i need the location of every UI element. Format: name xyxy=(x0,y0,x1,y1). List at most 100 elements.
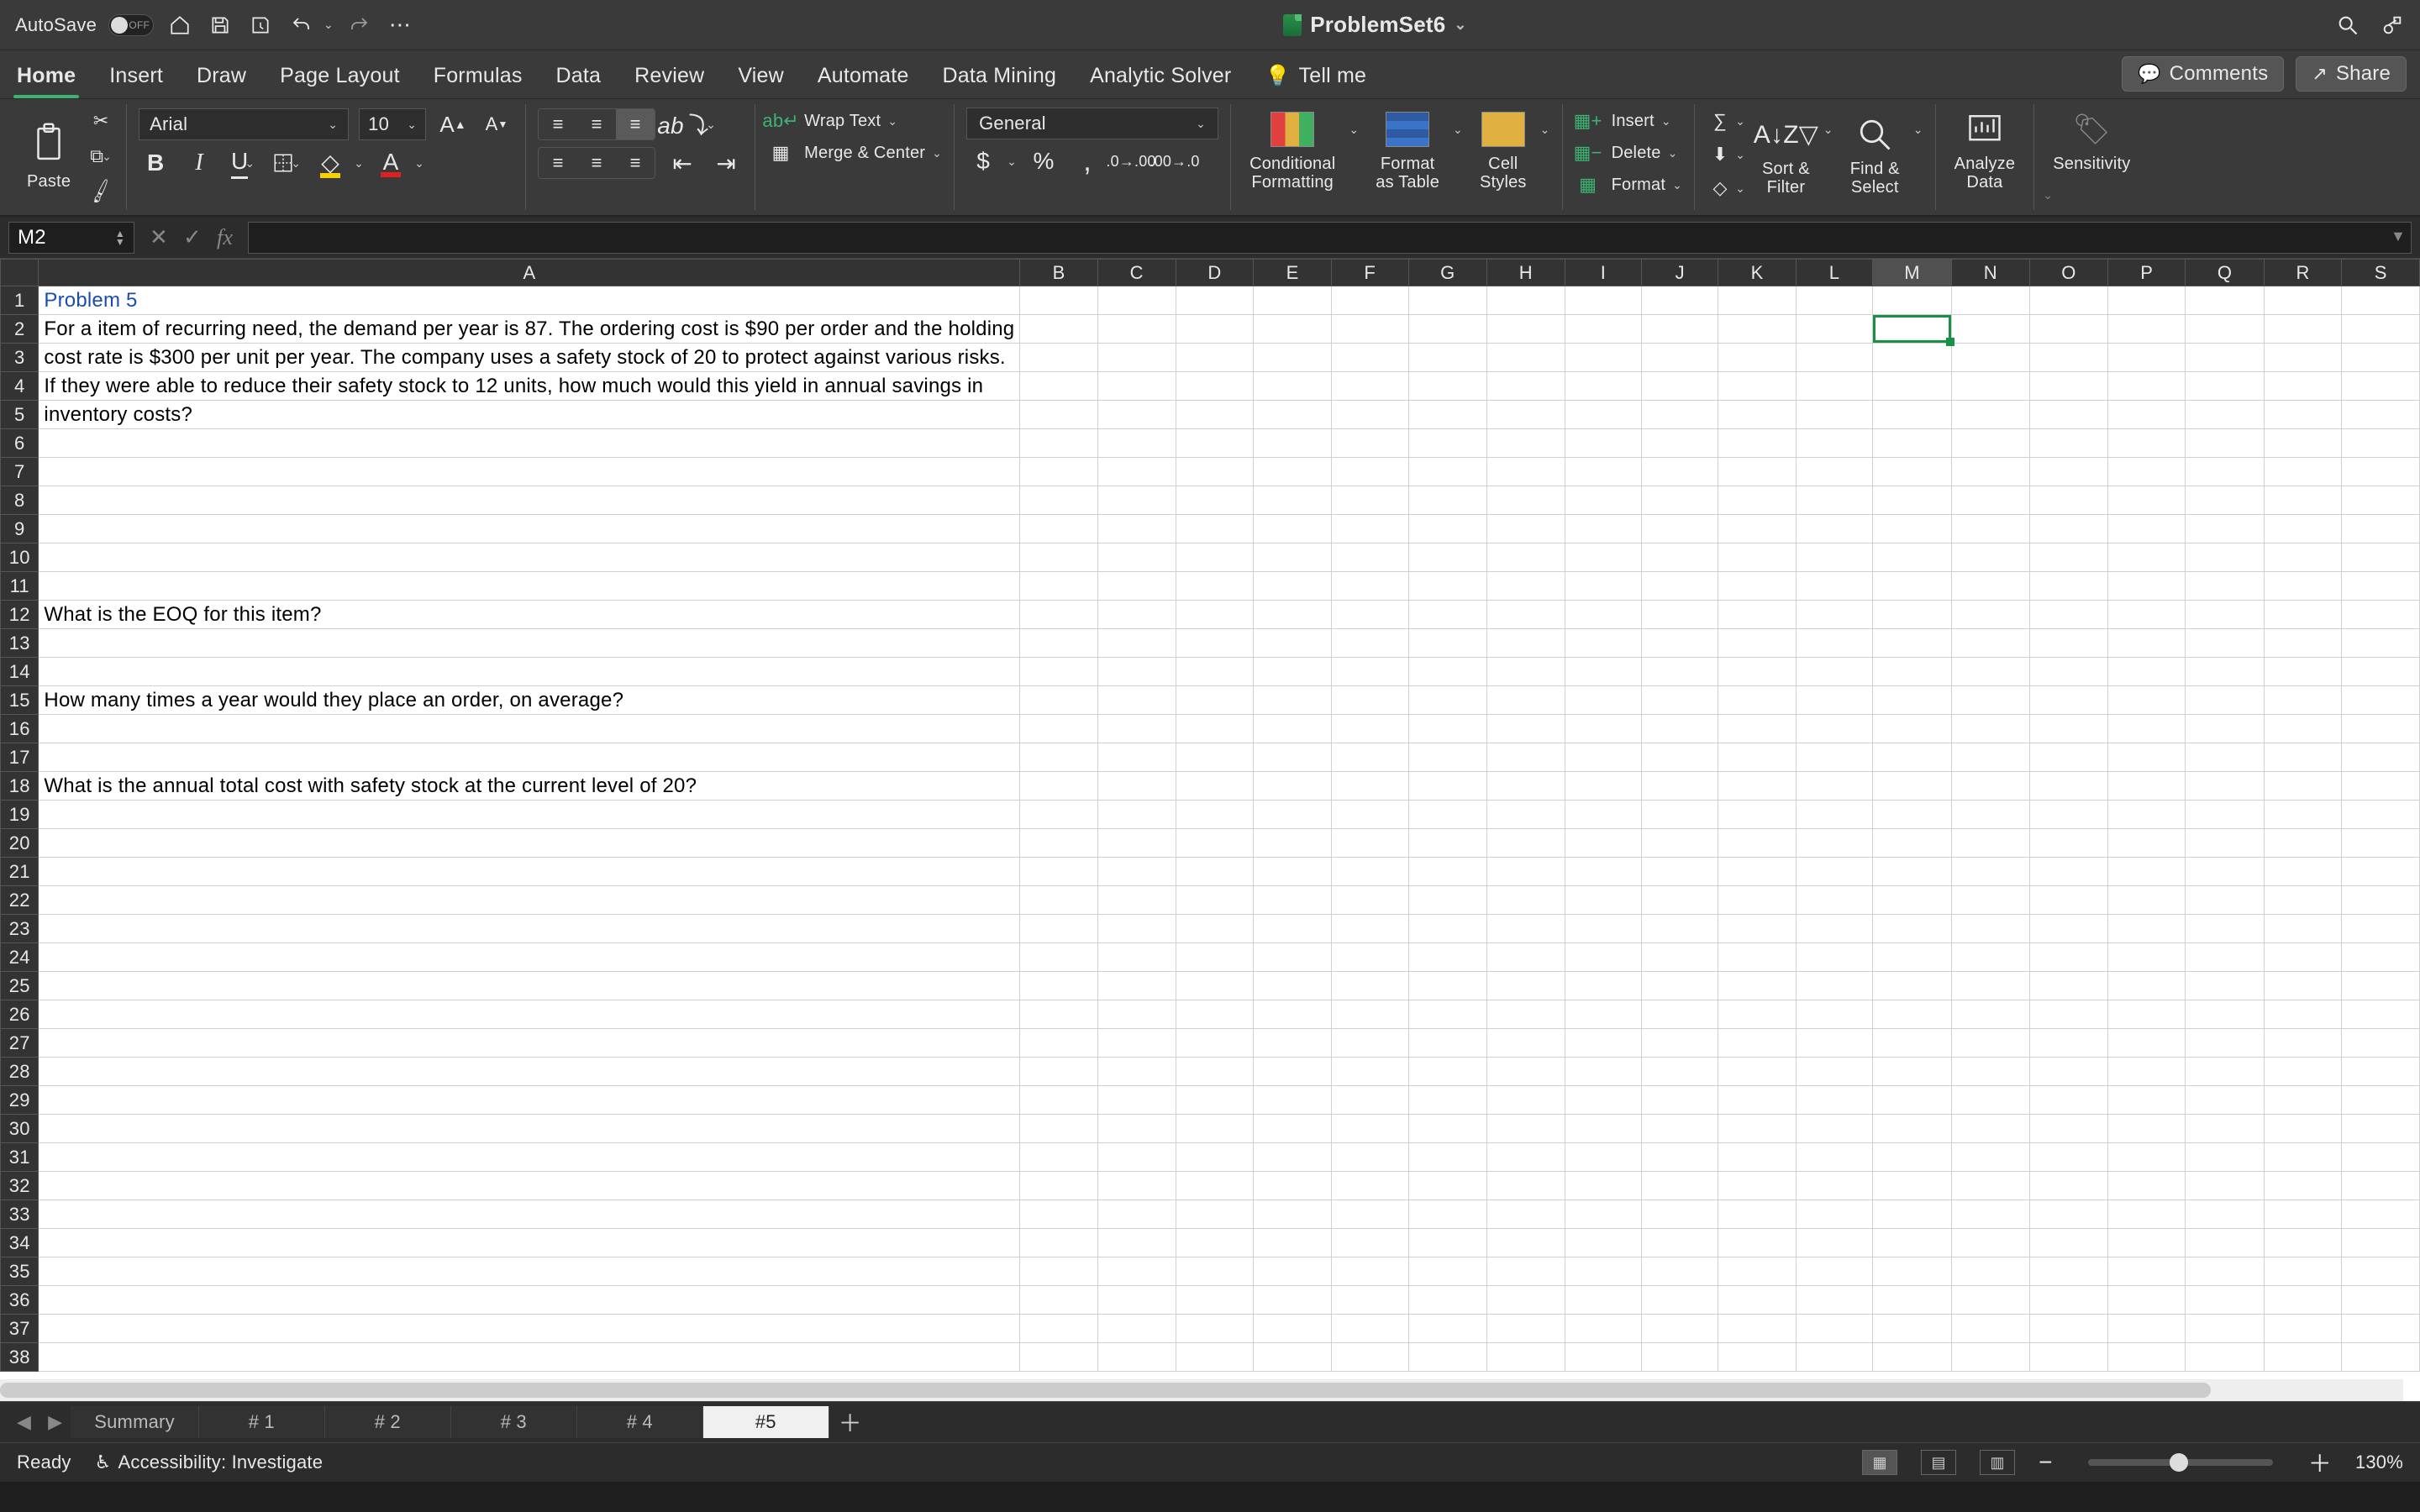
cell-G21[interactable] xyxy=(1408,858,1486,886)
currency-icon[interactable]: $ xyxy=(966,144,1000,178)
cell-C11[interactable] xyxy=(1097,572,1176,601)
cell-O6[interactable] xyxy=(2029,429,2107,458)
document-title[interactable]: ProblemSet6 ⌄ xyxy=(414,12,2336,38)
cell-M8[interactable] xyxy=(1873,486,1952,515)
cell-F31[interactable] xyxy=(1331,1143,1408,1172)
cell-J30[interactable] xyxy=(1642,1115,1718,1143)
row-header-31[interactable]: 31 xyxy=(1,1143,39,1172)
cell-B22[interactable] xyxy=(1020,886,1097,915)
cell-F23[interactable] xyxy=(1331,915,1408,943)
cell-B26[interactable] xyxy=(1020,1000,1097,1029)
cell-H29[interactable] xyxy=(1486,1086,1565,1115)
cell-L29[interactable] xyxy=(1796,1086,1872,1115)
cell-I25[interactable] xyxy=(1565,972,1641,1000)
cell-P12[interactable] xyxy=(2108,601,2186,629)
cell-D17[interactable] xyxy=(1176,743,1254,772)
cell-N6[interactable] xyxy=(1951,429,2029,458)
cell-F30[interactable] xyxy=(1331,1115,1408,1143)
chevron-down-icon[interactable]: ⌄ xyxy=(1454,16,1466,34)
col-header-F[interactable]: F xyxy=(1331,260,1408,286)
cell-G28[interactable] xyxy=(1408,1058,1486,1086)
col-header-E[interactable]: E xyxy=(1254,260,1331,286)
cell-P22[interactable] xyxy=(2108,886,2186,915)
cell-P3[interactable] xyxy=(2108,344,2186,372)
cell-P38[interactable] xyxy=(2108,1343,2186,1372)
cell-F18[interactable] xyxy=(1331,772,1408,801)
cell-K34[interactable] xyxy=(1718,1229,1796,1257)
cell-F7[interactable] xyxy=(1331,458,1408,486)
cell-P6[interactable] xyxy=(2108,429,2186,458)
cell-D26[interactable] xyxy=(1176,1000,1254,1029)
cell-L24[interactable] xyxy=(1796,943,1872,972)
cell-J4[interactable] xyxy=(1642,372,1718,401)
cell-K31[interactable] xyxy=(1718,1143,1796,1172)
cell-K28[interactable] xyxy=(1718,1058,1796,1086)
cell-O1[interactable] xyxy=(2029,286,2107,315)
cell-G16[interactable] xyxy=(1408,715,1486,743)
cell-Q23[interactable] xyxy=(2186,915,2264,943)
cell-N32[interactable] xyxy=(1951,1172,2029,1200)
cell-E34[interactable] xyxy=(1254,1229,1331,1257)
cell-R32[interactable] xyxy=(2264,1172,2342,1200)
cell-G6[interactable] xyxy=(1408,429,1486,458)
cell-N33[interactable] xyxy=(1951,1200,2029,1229)
cell-O18[interactable] xyxy=(2029,772,2107,801)
cell-D23[interactable] xyxy=(1176,915,1254,943)
cell-E16[interactable] xyxy=(1254,715,1331,743)
cell-J25[interactable] xyxy=(1642,972,1718,1000)
row-header-30[interactable]: 30 xyxy=(1,1115,39,1143)
cell-D4[interactable] xyxy=(1176,372,1254,401)
sheet-tab-1[interactable]: # 1 xyxy=(199,1406,325,1438)
row-header-28[interactable]: 28 xyxy=(1,1058,39,1086)
cell-K11[interactable] xyxy=(1718,572,1796,601)
cell-O35[interactable] xyxy=(2029,1257,2107,1286)
cell-L6[interactable] xyxy=(1796,429,1872,458)
cell-J1[interactable] xyxy=(1642,286,1718,315)
cell-N14[interactable] xyxy=(1951,658,2029,686)
cell-R34[interactable] xyxy=(2264,1229,2342,1257)
cell-O17[interactable] xyxy=(2029,743,2107,772)
cell-O9[interactable] xyxy=(2029,515,2107,543)
cell-H22[interactable] xyxy=(1486,886,1565,915)
cell-S25[interactable] xyxy=(2342,972,2420,1000)
search-icon[interactable] xyxy=(2336,13,2360,37)
decrease-decimal-icon[interactable]: .00→.0 xyxy=(1158,144,1192,178)
cell-I38[interactable] xyxy=(1565,1343,1641,1372)
cell-K4[interactable] xyxy=(1718,372,1796,401)
cell-R13[interactable] xyxy=(2264,629,2342,658)
cell-S23[interactable] xyxy=(2342,915,2420,943)
cell-P37[interactable] xyxy=(2108,1315,2186,1343)
cell-I26[interactable] xyxy=(1565,1000,1641,1029)
cell-G14[interactable] xyxy=(1408,658,1486,686)
cell-K30[interactable] xyxy=(1718,1115,1796,1143)
cell-D28[interactable] xyxy=(1176,1058,1254,1086)
cell-H38[interactable] xyxy=(1486,1343,1565,1372)
cell-I31[interactable] xyxy=(1565,1143,1641,1172)
cell-M23[interactable] xyxy=(1873,915,1952,943)
cell-M31[interactable] xyxy=(1873,1143,1952,1172)
cell-L28[interactable] xyxy=(1796,1058,1872,1086)
cell-K23[interactable] xyxy=(1718,915,1796,943)
row-header-27[interactable]: 27 xyxy=(1,1029,39,1058)
cell-S29[interactable] xyxy=(2342,1086,2420,1115)
cell-G38[interactable] xyxy=(1408,1343,1486,1372)
cell-O28[interactable] xyxy=(2029,1058,2107,1086)
cell-R25[interactable] xyxy=(2264,972,2342,1000)
cell-styles-dropdown[interactable]: ⌄ xyxy=(1540,123,1550,137)
cell-A22[interactable] xyxy=(39,886,1020,915)
cell-Q38[interactable] xyxy=(2186,1343,2264,1372)
cell-A17[interactable] xyxy=(39,743,1020,772)
cell-L18[interactable] xyxy=(1796,772,1872,801)
cell-D21[interactable] xyxy=(1176,858,1254,886)
cell-R37[interactable] xyxy=(2264,1315,2342,1343)
cell-E31[interactable] xyxy=(1254,1143,1331,1172)
font-size-dropdown[interactable]: 10⌄ xyxy=(359,108,426,140)
cell-N36[interactable] xyxy=(1951,1286,2029,1315)
cell-N24[interactable] xyxy=(1951,943,2029,972)
cell-P11[interactable] xyxy=(2108,572,2186,601)
cell-C19[interactable] xyxy=(1097,801,1176,829)
orientation-icon[interactable]: ab⤵ xyxy=(666,108,699,141)
cell-I20[interactable] xyxy=(1565,829,1641,858)
zoom-out-button[interactable]: − xyxy=(2039,1449,2053,1476)
cell-Q5[interactable] xyxy=(2186,401,2264,429)
